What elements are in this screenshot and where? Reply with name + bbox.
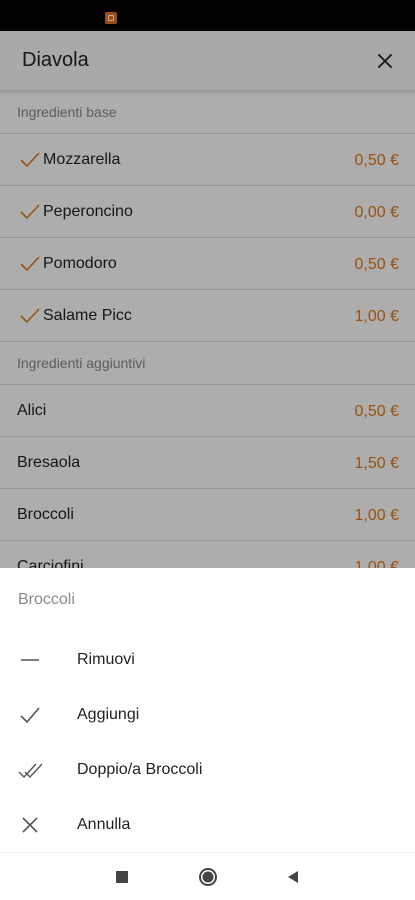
check-icon — [20, 706, 40, 723]
remove-option-label: Rimuovi — [77, 650, 135, 668]
cancel-option[interactable]: Annulla — [0, 797, 415, 852]
triangle-back-icon — [288, 871, 298, 883]
remove-option[interactable]: Rimuovi — [0, 632, 415, 687]
back-button[interactable] — [281, 865, 305, 889]
cancel-option-label: Annulla — [77, 815, 131, 833]
modal-scrim[interactable] — [0, 0, 415, 568]
ingredient-options-sheet: Broccoli Rimuovi Aggiungi Doppio/a Brocc… — [0, 568, 415, 852]
system-nav-bar — [0, 852, 415, 900]
square-recents-icon — [116, 871, 128, 883]
close-icon — [22, 816, 38, 833]
double-check-icon — [18, 763, 42, 778]
add-option[interactable]: Aggiungi — [0, 687, 415, 742]
add-option-label: Aggiungi — [77, 705, 140, 723]
minus-icon — [21, 658, 39, 661]
double-option[interactable]: Doppio/a Broccoli — [0, 742, 415, 797]
home-button[interactable] — [196, 865, 220, 889]
circle-home-icon — [199, 868, 217, 886]
double-option-label: Doppio/a Broccoli — [77, 760, 203, 778]
recents-button[interactable] — [110, 865, 134, 889]
sheet-title: Broccoli — [18, 591, 75, 608]
